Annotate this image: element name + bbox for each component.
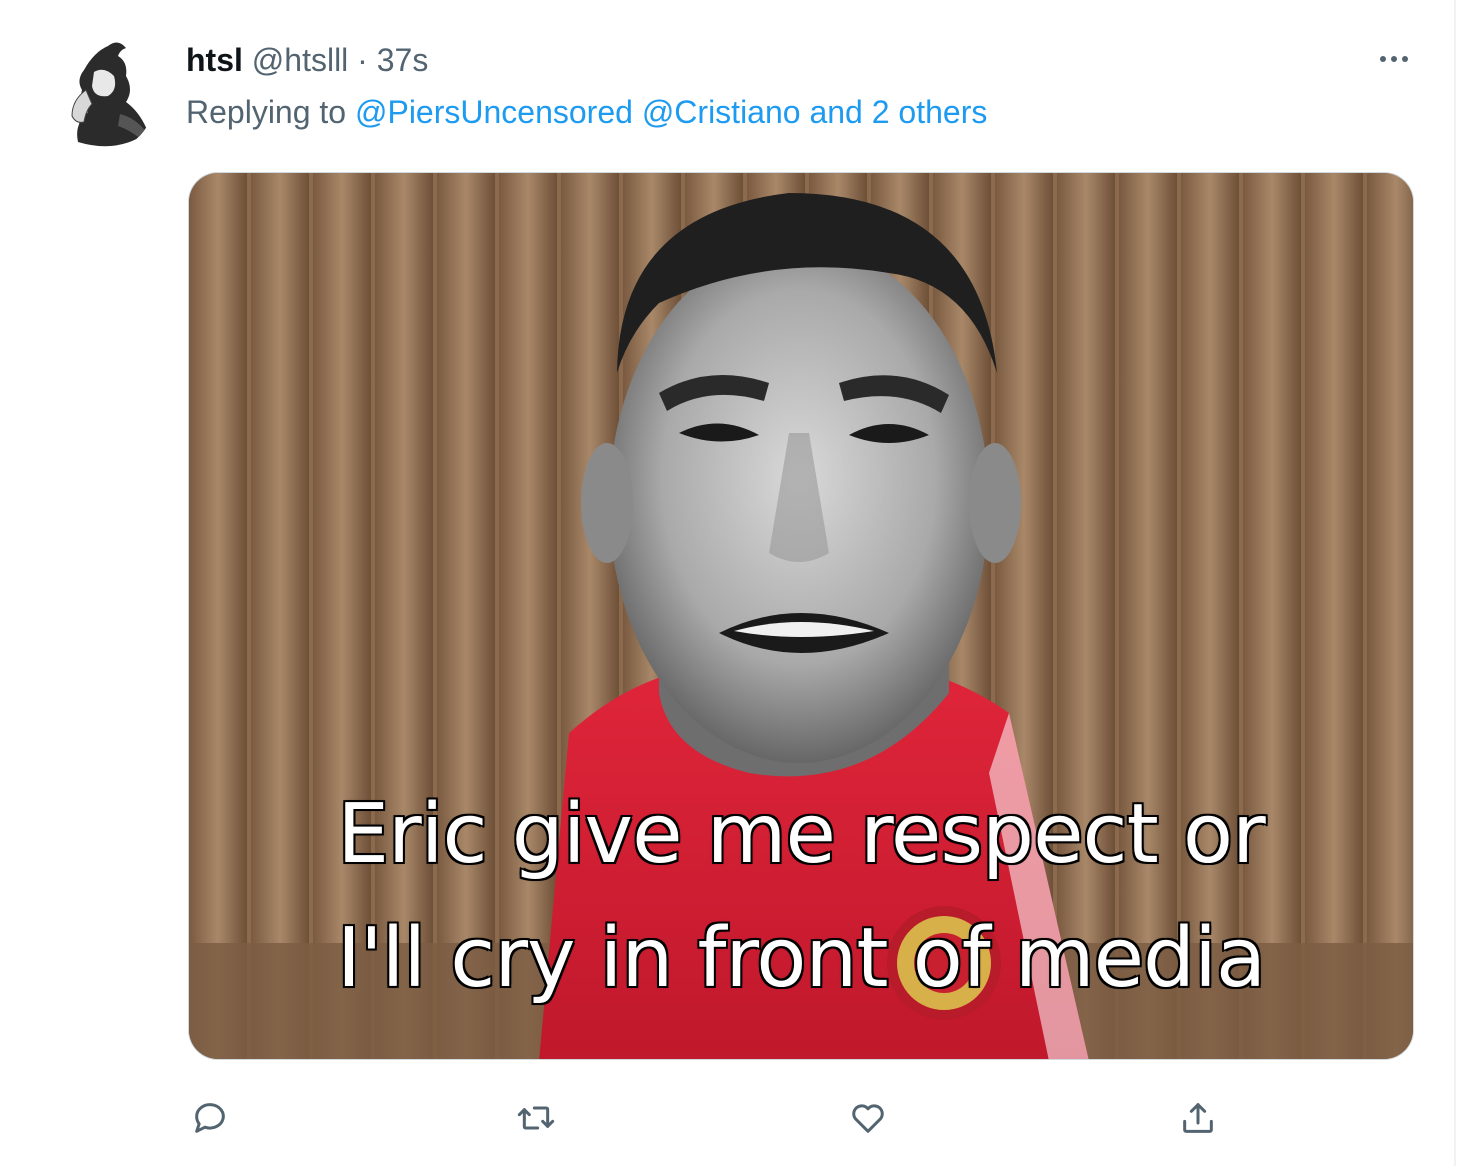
mention-others[interactable]: and 2 others xyxy=(809,94,987,130)
mention-piersuncensored[interactable]: @PiersUncensored xyxy=(355,94,633,130)
author-handle[interactable]: @htslll xyxy=(252,42,349,78)
tweet-actions-bar xyxy=(0,1096,1456,1140)
reply-button[interactable] xyxy=(188,1096,232,1140)
share-button[interactable] xyxy=(1176,1096,1220,1140)
retweet-icon xyxy=(517,1106,555,1130)
meme-caption-line-1: Eric give me respect or xyxy=(336,786,1268,884)
timestamp[interactable]: 37s xyxy=(377,42,429,78)
avatar-drawing xyxy=(50,36,156,152)
mention-cristiano[interactable]: @Cristiano xyxy=(642,94,801,130)
tweet-media-image[interactable]: Eric give me respect or I'll cry in fron… xyxy=(188,172,1414,1060)
tweet-header: htsl @htslll · 37s xyxy=(186,40,428,80)
retweet-button[interactable] xyxy=(514,1096,558,1140)
replying-to-line: Replying to @PiersUncensored @Cristiano … xyxy=(186,92,987,132)
separator-dot: · xyxy=(357,42,368,78)
avatar[interactable] xyxy=(50,36,156,152)
heart-icon xyxy=(852,1104,884,1133)
meme-caption-line-2: I'll cry in front of media xyxy=(335,910,1267,1008)
author-name[interactable]: htsl xyxy=(186,42,243,78)
more-options-button[interactable] xyxy=(1372,44,1416,74)
like-button[interactable] xyxy=(846,1096,890,1140)
tweet-card[interactable]: htsl @htslll · 37s Replying to @PiersUnc… xyxy=(0,0,1456,1166)
reply-icon xyxy=(195,1103,225,1133)
share-icon xyxy=(1183,1103,1213,1133)
replying-to-label: Replying to xyxy=(186,94,347,130)
more-horizontal-icon xyxy=(1380,56,1386,62)
